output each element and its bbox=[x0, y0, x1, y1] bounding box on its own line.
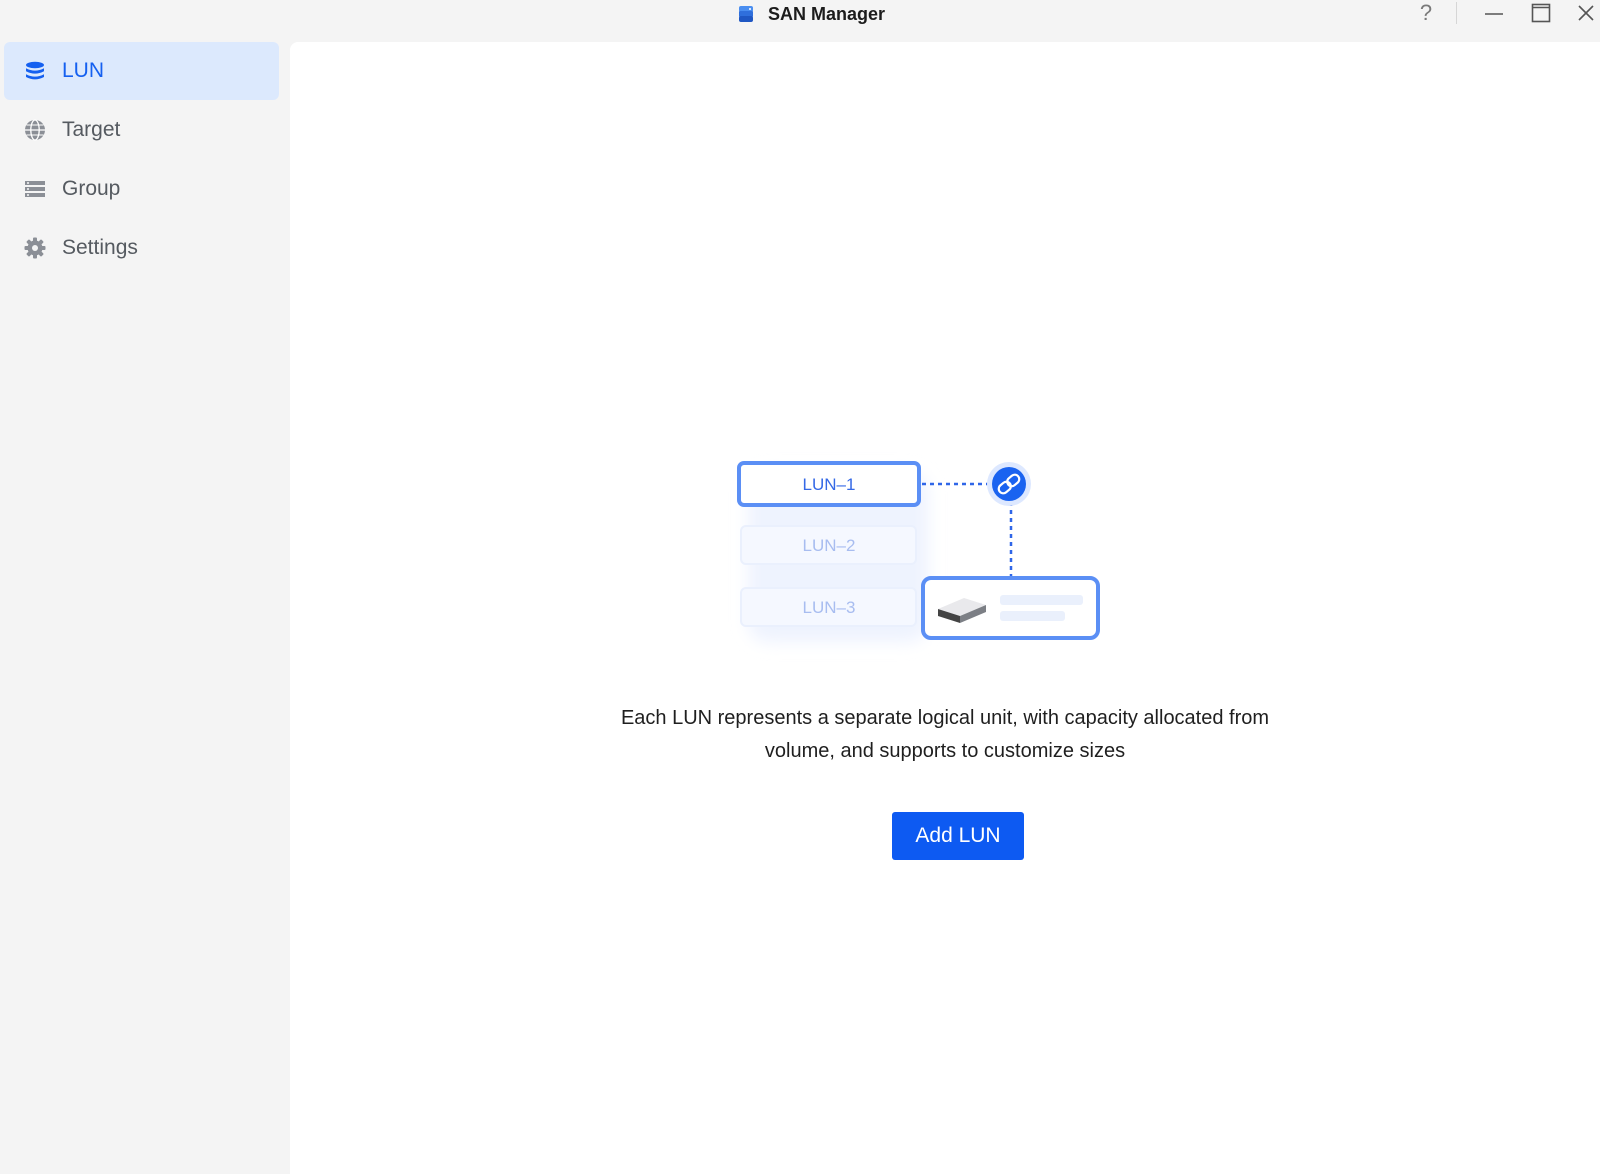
list-icon bbox=[25, 181, 45, 197]
volume-info-bar bbox=[1000, 595, 1083, 605]
title-bar: SAN Manager ? bbox=[0, 0, 1600, 32]
description-line-1: Each LUN represents a separate logical u… bbox=[620, 707, 1270, 729]
sidebar-item-settings[interactable]: Settings bbox=[4, 219, 279, 277]
sidebar: LUN Target Group Settings bbox=[0, 32, 290, 1174]
lun-illustration: LUN–1 LUN–2 LUN–3 bbox=[737, 461, 1100, 642]
add-lun-button[interactable]: Add LUN bbox=[892, 812, 1024, 860]
close-button[interactable] bbox=[1572, 0, 1600, 26]
san-manager-app-icon bbox=[739, 6, 753, 22]
volume-info-bar-short bbox=[1000, 611, 1065, 621]
sidebar-item-lun[interactable]: LUN bbox=[4, 42, 279, 100]
minimize-button[interactable] bbox=[1477, 0, 1511, 26]
sidebar-item-label: Target bbox=[62, 118, 121, 141]
help-button[interactable]: ? bbox=[1409, 0, 1443, 26]
database-icon bbox=[26, 61, 44, 80]
gear-icon bbox=[24, 237, 46, 259]
globe-icon bbox=[25, 119, 45, 141]
sidebar-item-group[interactable]: Group bbox=[4, 160, 279, 218]
app-title: SAN Manager bbox=[738, 2, 885, 26]
sidebar-item-label: Group bbox=[62, 177, 121, 200]
description-line-2: volume, and supports to customize sizes bbox=[764, 740, 1126, 762]
sidebar-item-target[interactable]: Target bbox=[4, 101, 279, 159]
lun-2-label: LUN–2 bbox=[803, 536, 856, 555]
maximize-icon bbox=[1531, 3, 1551, 23]
maximize-button[interactable] bbox=[1524, 0, 1558, 26]
empty-state-description: Each LUN represents a separate logical u… bbox=[600, 702, 1290, 768]
close-icon bbox=[1578, 5, 1594, 21]
minimize-icon bbox=[1485, 13, 1503, 15]
window-title: SAN Manager bbox=[768, 3, 886, 24]
title-bar-divider bbox=[1456, 2, 1457, 24]
main-content: LUN–1 LUN–2 LUN–3 Each LUN represents a … bbox=[290, 42, 1600, 1174]
help-icon: ? bbox=[1419, 0, 1433, 25]
sidebar-item-label: LUN bbox=[62, 59, 105, 82]
lun-1-label: LUN–1 bbox=[803, 475, 856, 494]
lun-3-label: LUN–3 bbox=[803, 598, 856, 617]
sidebar-item-label: Settings bbox=[62, 236, 138, 259]
